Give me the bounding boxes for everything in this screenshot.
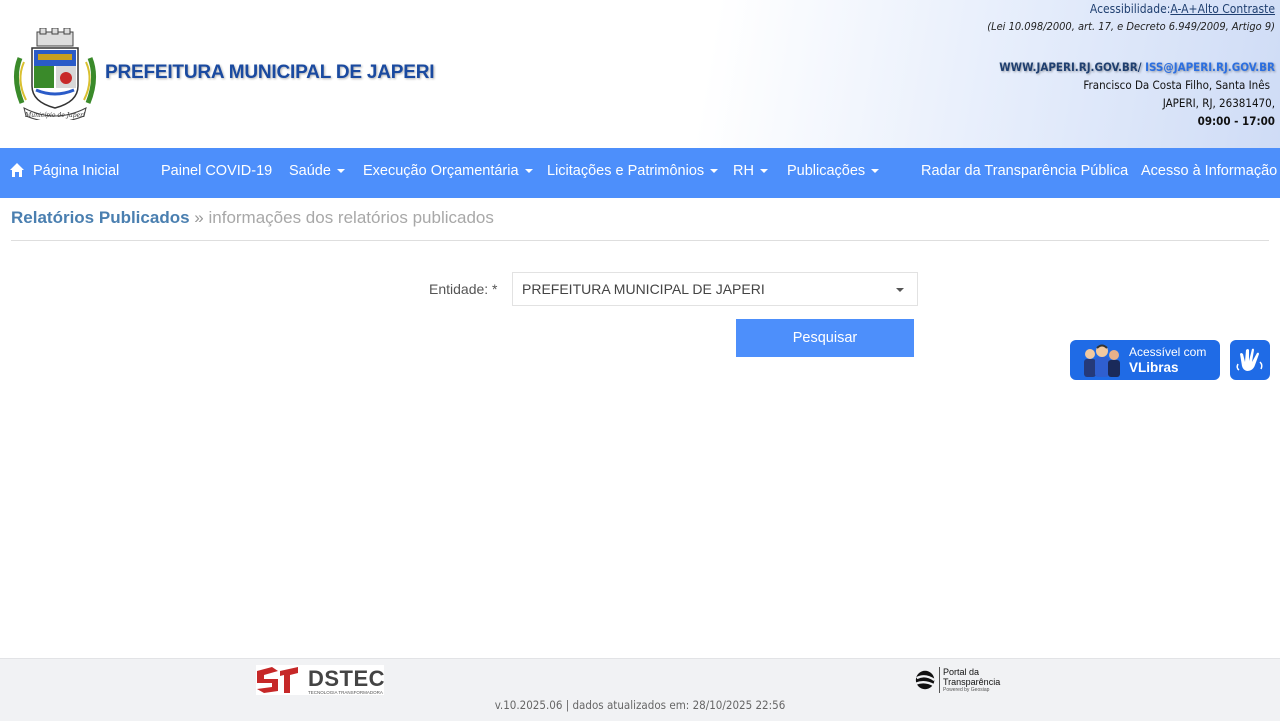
portal-powered-by: Powered by Geosiap [943,687,990,693]
website-link[interactable]: WWW.JAPERI.RJ.GOV.BR/ [999,60,1141,74]
accessibility-bar: Acessibilidade:A-A+Alto Contraste [987,0,1275,18]
nav-item-label: Publicações [787,163,866,179]
entity-label: Entidade: * [429,281,498,297]
divider [11,240,1269,241]
caret-down-icon [524,169,533,174]
high-contrast-link[interactable]: Alto Contraste [1198,2,1275,16]
search-button[interactable]: Pesquisar [736,319,914,357]
municipal-crest-logo: Município de Japeri [14,28,96,120]
vlibras-widget-button[interactable]: Acessível com VLibras [1070,340,1220,380]
breadcrumb-separator: » [194,208,204,227]
nav-item-health[interactable]: Saúde [289,148,345,196]
email-link[interactable]: ISS@JAPERI.RJ.GOV.BR [1145,60,1275,74]
nav-item-label: Licitações e Patrimônios [547,163,705,179]
nav-item-label: RH [733,163,754,179]
font-decrease-link[interactable]: A- [1170,2,1181,16]
site-header: Município de Japeri PREFEITURA MUNICIPAL… [0,0,1280,148]
address-line-1: Francisco Da Costa Filho, Santa Inês [1083,78,1270,92]
dstec-tagline: TECNOLOGIA TRANSFORMADORA [308,690,383,695]
nav-item-budget-execution[interactable]: Execução Orçamentária [363,148,533,196]
breadcrumb: Relatórios Publicados » informações dos … [11,208,494,228]
portal-mark-icon [915,670,935,690]
nav-item-label: Acesso à Informação [1141,163,1278,179]
vlibras-line-1: Acessível com [1129,345,1207,359]
nav-item-label: Página Inicial [33,163,120,179]
version-info: v.10.2025.06 | dados atualizados em: 28/… [494,698,786,712]
caret-down-icon [871,169,880,174]
entity-select-value: PREFEITURA MUNICIPAL DE JAPERI [522,281,765,297]
portal-name-line-1: Portal da [943,667,980,677]
portal-name-line-2: Transparência [943,677,1001,687]
nav-item-label: Execução Orçamentária [363,163,519,179]
law-reference: (Lei 10.098/2000, art. 17, e Decreto 6.9… [987,20,1275,33]
crest-caption: Município de Japeri [24,112,85,119]
chevron-down-icon [896,288,904,292]
portal-transparencia-logo[interactable]: Portal da Transparência Powered by Geosi… [914,667,1024,695]
dstec-mark-icon [257,667,298,693]
main-nav: Página Inicial Painel COVID-19 Saúde Exe… [0,148,1280,198]
nav-item-label: Radar da Transparência Pública [921,163,1129,179]
divider-icon [939,667,940,693]
entity-select[interactable]: PREFEITURA MUNICIPAL DE JAPERI [512,272,918,306]
page-title: Relatórios Publicados [11,208,190,227]
site-title: PREFEITURA MUNICIPAL DE JAPERI [105,62,435,83]
caret-down-icon [336,169,345,174]
home-icon [10,163,24,177]
nav-item-hr[interactable]: RH [733,148,768,196]
page-subtitle: informações dos relatórios publicados [208,208,494,227]
sign-language-hand-icon [1236,348,1263,371]
nav-item-publications[interactable]: Publicações [787,148,880,196]
header-info: Acessibilidade:A-A+Alto Contraste (Lei 1… [987,0,1275,130]
caret-down-icon [759,169,768,174]
font-increase-link[interactable]: A+ [1181,2,1197,16]
nav-item-home[interactable]: Página Inicial [9,148,119,196]
opening-hours: 09:00 - 17:00 [1197,114,1275,128]
contact-web: WWW.JAPERI.RJ.GOV.BR/ ISS@JAPERI.RJ.GOV.… [987,58,1275,76]
nav-item-label: Saúde [289,163,331,179]
nav-item-covid-panel[interactable]: Painel COVID-19 [161,148,272,196]
vlibras-avatars-icon [1084,344,1120,377]
accessibility-label: Acessibilidade: [1089,2,1171,16]
nav-item-label: Painel COVID-19 [161,163,273,179]
nav-item-information-access[interactable]: Acesso à Informação [1141,148,1280,196]
dstec-name: DSTEC [308,666,386,691]
site-footer: DSTEC TECNOLOGIA TRANSFORMADORA Portal d… [0,658,1280,721]
caret-down-icon [710,169,719,174]
vlibras-hand-button[interactable] [1230,340,1270,380]
nav-item-bids-assets[interactable]: Licitações e Patrimônios [547,148,719,196]
address-line-2: JAPERI, RJ, 26381470, [1162,96,1275,110]
dstec-logo[interactable]: DSTEC TECNOLOGIA TRANSFORMADORA [256,665,386,695]
vlibras-line-2: VLibras [1129,360,1179,375]
nav-item-transparency-radar[interactable]: Radar da Transparência Pública [921,148,1128,196]
